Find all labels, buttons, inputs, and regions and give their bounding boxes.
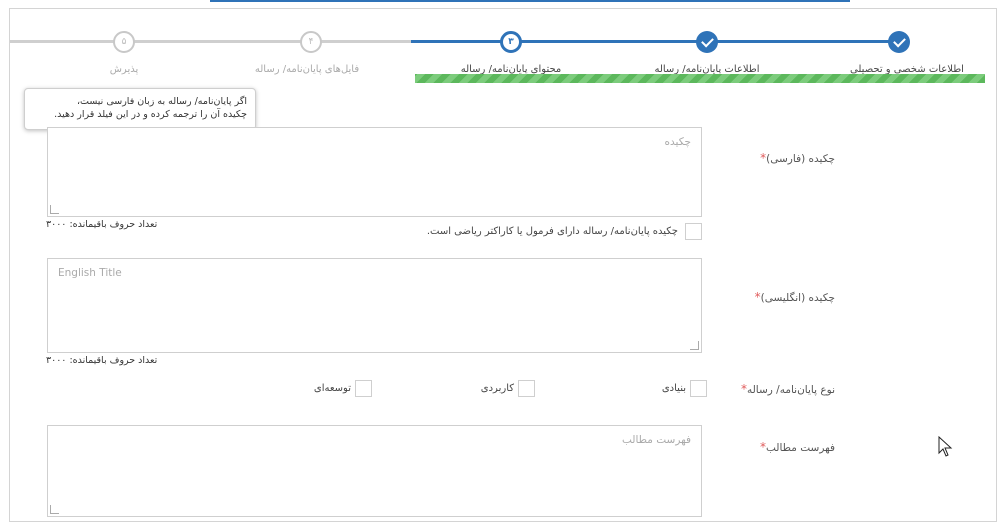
wizard-progress-bar [415,74,985,83]
step-5-label[interactable]: پذیرش [110,64,139,75]
tooltip-line-1: اگر پایان‌نامه/ رساله به زبان فارسی نیست… [76,96,247,107]
resize-handle-icon[interactable] [50,205,59,214]
wizard-track-todo [10,40,411,43]
top-accent-line [210,0,850,2]
type-developmental-checkbox[interactable] [355,380,372,397]
formula-checkbox-label: چکیده پایان‌نامه/ رساله دارای فرمول یا ک… [426,226,678,237]
step-5-circle[interactable]: ۵ [113,31,135,53]
toc-textarea[interactable]: فهرست مطالب [47,425,702,517]
checkmark-icon [892,34,906,47]
abstract-en-textarea[interactable]: English Title [47,258,702,353]
abstract-fa-remaining: تعداد حروف باقیمانده: ۳۰۰۰ [46,219,158,230]
abstract-en-label: چکیده (انگلیسی)* [752,290,835,304]
translation-tooltip: اگر پایان‌نامه/ رساله به زبان فارسی نیست… [24,88,256,130]
mouse-pointer-icon [938,436,953,457]
abstract-fa-textarea[interactable]: چکیده [47,127,702,217]
toc-label-text: فهرست مطالب [765,442,835,454]
abstract-en-label-text: چکیده (انگلیسی) [760,292,835,304]
step-4-label[interactable]: فایل‌های پایان‌نامه/ رساله [255,64,359,75]
abstract-en-remaining: تعداد حروف باقیمانده: ۳۰۰۰ [46,355,158,366]
abstract-en-placeholder: English Title [58,267,122,279]
type-applied-checkbox[interactable] [518,380,535,397]
thesis-type-label: نوع پایان‌نامه/ رساله* [738,382,835,396]
toc-placeholder: فهرست مطالب [621,434,691,446]
thesis-type-label-text: نوع پایان‌نامه/ رساله [746,384,835,396]
formula-checkbox[interactable] [685,223,702,240]
abstract-fa-label-text: چکیده (فارسی) [766,153,835,165]
step-4-circle[interactable]: ۴ [300,31,322,53]
tooltip-line-2: چکیده آن را ترجمه کرده و در این فیلد قرا… [54,109,247,120]
abstract-fa-placeholder: چکیده [664,136,691,148]
abstract-fa-label: چکیده (فارسی)* [757,151,835,165]
type-applied-label: کاربردی [480,383,514,394]
checkmark-icon [700,34,714,47]
toc-label: فهرست مطالب* [757,440,835,454]
type-basic-checkbox[interactable] [690,380,707,397]
step-2-circle[interactable] [696,31,718,53]
type-basic-label: بنیادی [661,383,686,394]
step-3-circle[interactable]: ۳ [500,31,522,53]
resize-handle-icon[interactable] [690,341,699,350]
resize-handle-icon[interactable] [50,505,59,514]
wizard-track-done [411,40,897,43]
type-developmental-label: توسعه‌ای [313,383,351,394]
step-1-circle[interactable] [888,31,910,53]
